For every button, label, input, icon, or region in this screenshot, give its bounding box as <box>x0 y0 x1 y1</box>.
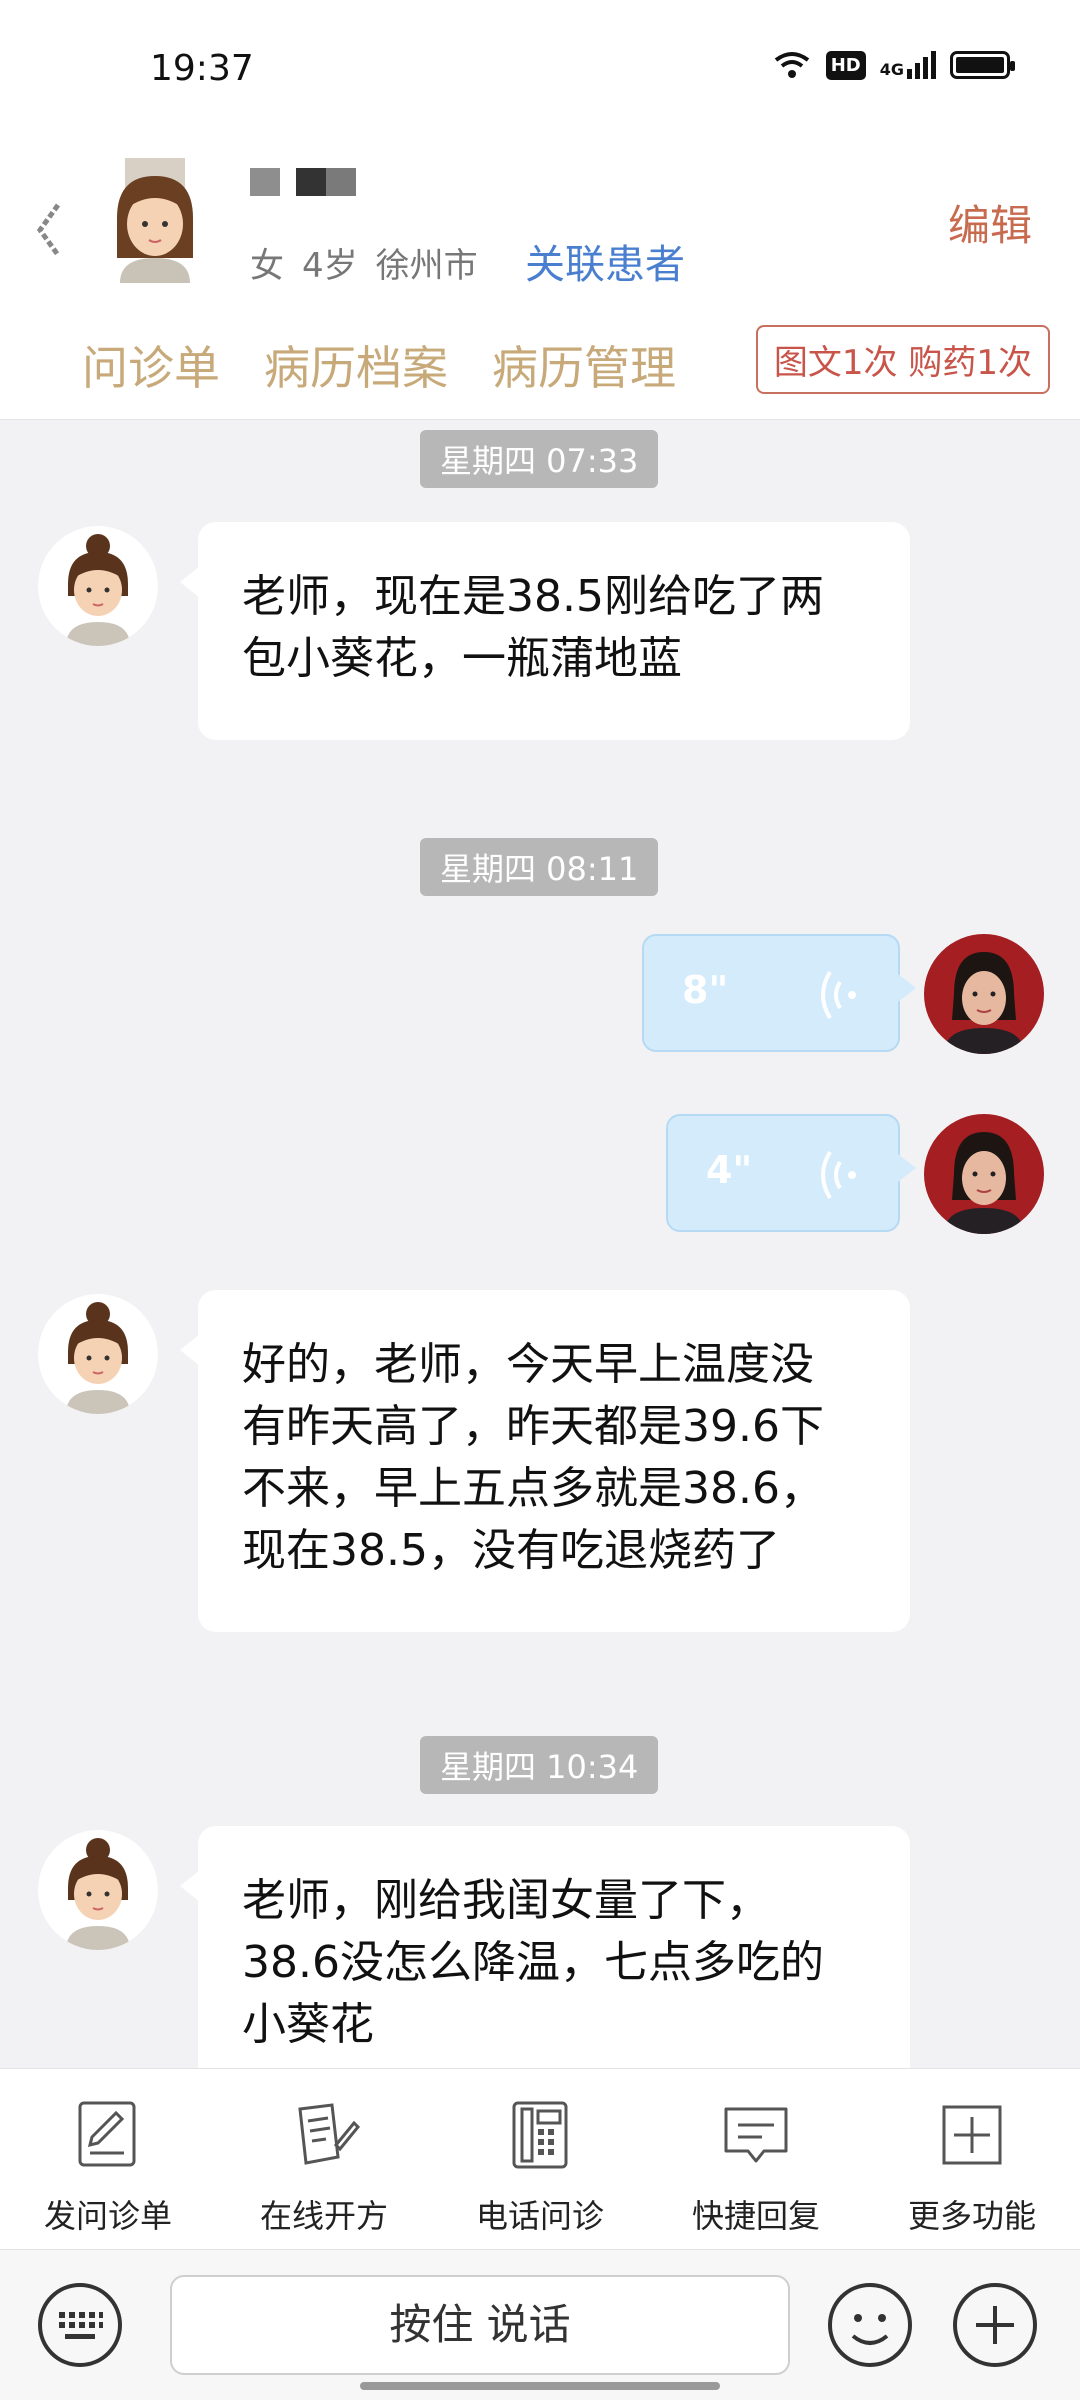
message-line: 不来，早上五点多就是38.6， <box>242 1463 824 1514</box>
message-line: 38.6没怎么降温，七点多吃的 <box>242 1937 824 1988</box>
online-prescription-button[interactable]: 在线开方 <box>216 2069 432 2249</box>
message-line: 老师，刚给我闺女量了下， <box>242 1875 770 1926</box>
message-line: 小葵花 <box>242 1999 374 2050</box>
patient-chat-avatar[interactable] <box>38 1294 158 1414</box>
voice-duration: 8" <box>682 968 729 1012</box>
patient-chat-avatar[interactable] <box>38 1830 158 1950</box>
doctor-avatar[interactable] <box>924 934 1044 1054</box>
message-line: 老师，现在是38.5刚给吃了两 <box>242 571 824 622</box>
tool-label: 电话问诊 <box>475 2197 604 2235</box>
voice-message[interactable]: 4" <box>666 1114 916 1232</box>
header-tabs: 问诊单 病历档案 病历管理 <box>82 332 676 398</box>
back-icon[interactable] <box>30 195 70 265</box>
tool-label: 在线开方 <box>259 2197 388 2235</box>
hold-to-talk-button[interactable]: 按住 说话 <box>170 2275 790 2375</box>
message-line: 有昨天高了，昨天都是39.6下 <box>242 1401 824 1452</box>
add-icon[interactable] <box>950 2280 1040 2370</box>
phone-icon <box>512 2101 568 2169</box>
hd-icon: HD <box>825 50 866 80</box>
patient-avatar[interactable] <box>105 158 205 283</box>
tool-label: 发问诊单 <box>43 2197 172 2235</box>
input-bar: 按住 说话 <box>0 2250 1080 2400</box>
message-line: 包小葵花，一瓶蒲地蓝 <box>242 633 682 684</box>
function-toolbar: 发问诊单 在线开方 电话问诊 快捷回复 更多功能 <box>0 2068 1080 2250</box>
voice-message[interactable]: 8" <box>642 934 916 1052</box>
edit-button[interactable]: 编辑 <box>948 192 1032 253</box>
keyboard-icon[interactable] <box>35 2280 125 2370</box>
voice-wave-icon <box>821 1150 856 1200</box>
patient-header: 女 4岁 徐州市 关联患者 编辑 问诊单 病历档案 病历管理 图文1次 购药1次 <box>0 140 1080 420</box>
send-consult-form-button[interactable]: 发问诊单 <box>0 2069 216 2249</box>
doctor-avatar[interactable] <box>924 1114 1044 1234</box>
tab-medical-records[interactable]: 病历档案 <box>264 332 448 398</box>
message-line: 现在38.5，没有吃退烧药了 <box>242 1525 780 1576</box>
tab-consult-form[interactable]: 问诊单 <box>82 332 220 398</box>
patient-name-redacted <box>250 168 356 196</box>
voice-wave-icon <box>821 970 856 1020</box>
prescription-icon <box>298 2103 361 2165</box>
patient-city: 徐州市 <box>375 246 478 286</box>
status-icons: HD 4G <box>772 50 1015 80</box>
form-edit-icon <box>78 2101 136 2167</box>
message-line: 好的，老师，今天早上温度没 <box>242 1339 814 1390</box>
cellular-signal-icon: 4G <box>880 51 936 79</box>
patient-info: 女 4岁 徐州市 <box>250 238 496 287</box>
link-patient-button[interactable]: 关联患者 <box>525 232 685 290</box>
status-bar: 19:37 HD 4G <box>0 0 1080 140</box>
chat-message-text[interactable]: 好的，老师，今天早上温度没 有昨天高了，昨天都是39.6下 不来，早上五点多就是… <box>180 1290 910 1632</box>
timestamp: 星期四 08:11 <box>420 838 659 896</box>
emoji-icon[interactable] <box>825 2280 915 2370</box>
battery-icon <box>950 51 1015 79</box>
home-indicator[interactable] <box>360 2382 720 2390</box>
quick-reply-button[interactable]: 快捷回复 <box>648 2069 864 2249</box>
plus-square-icon <box>942 2105 1002 2165</box>
service-count-badge[interactable]: 图文1次 购药1次 <box>755 325 1050 394</box>
chat-message-text[interactable]: 老师，刚给我闺女量了下， 38.6没怎么降温，七点多吃的 小葵花 <box>180 1826 910 2068</box>
phone-consult-button[interactable]: 电话问诊 <box>432 2069 648 2249</box>
wifi-icon <box>774 52 809 78</box>
timestamp: 星期四 10:34 <box>420 1736 659 1794</box>
patient-gender: 女 <box>250 246 284 286</box>
timestamp: 星期四 07:33 <box>420 430 659 488</box>
more-functions-button[interactable]: 更多功能 <box>864 2069 1080 2249</box>
message-icon <box>724 2107 788 2163</box>
chat-message-text[interactable]: 老师，现在是38.5刚给吃了两 包小葵花，一瓶蒲地蓝 <box>180 522 910 740</box>
tab-record-management[interactable]: 病历管理 <box>492 332 676 398</box>
tool-label: 快捷回复 <box>691 2197 820 2235</box>
patient-chat-avatar[interactable] <box>38 526 158 646</box>
chat-area[interactable]: 星期四 07:33 老师，现在是38.5刚给吃了两 包小葵花，一瓶蒲地蓝 星期四… <box>0 420 1080 2068</box>
tool-label: 更多功能 <box>907 2197 1036 2235</box>
patient-age: 4岁 <box>302 246 358 286</box>
status-time: 19:37 <box>150 48 254 89</box>
voice-duration: 4" <box>706 1148 753 1192</box>
